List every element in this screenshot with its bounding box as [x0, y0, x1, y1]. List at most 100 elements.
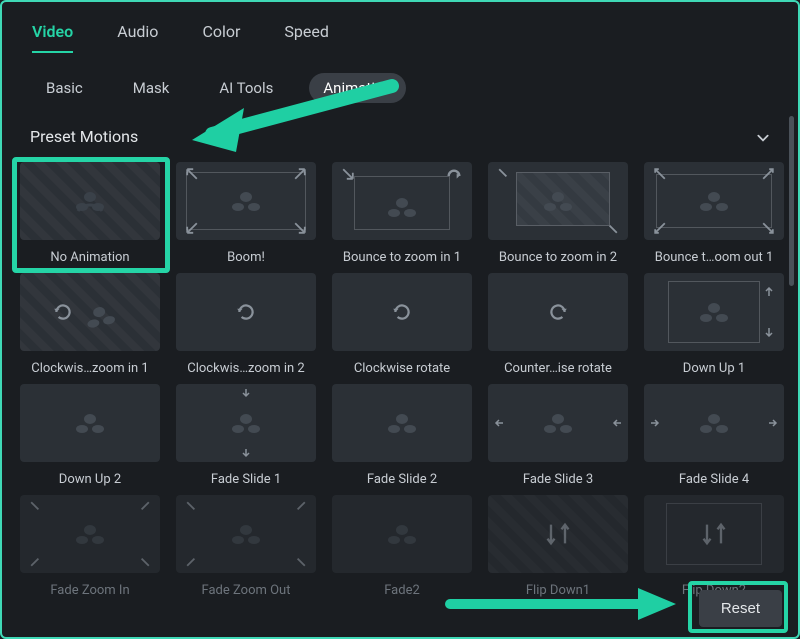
tab-audio[interactable]: Audio [117, 22, 158, 41]
preset-clockwise-zoom-in-1[interactable]: Clockwis…zoom in 1 [16, 273, 164, 376]
scrollbar-thumb[interactable] [789, 116, 794, 286]
preset-label: Fade Zoom Out [202, 583, 291, 598]
preset-flip-down-1[interactable]: Flip Down1 [484, 495, 632, 598]
preset-fade-zoom-out[interactable]: Fade Zoom Out [172, 495, 320, 598]
arrow-left-icon [612, 418, 622, 428]
arrow-out-icon [762, 168, 774, 180]
arrow-in-icon [138, 501, 150, 513]
preset-label: Clockwis…zoom in 2 [187, 361, 304, 376]
rotate-cw-icon [391, 301, 413, 323]
arrow-down-icon [241, 388, 251, 398]
arrow-left-icon [494, 418, 504, 428]
subtab-animation[interactable]: Animation [309, 73, 405, 103]
preset-label: Clockwise rotate [354, 361, 450, 376]
arrow-out-icon [186, 168, 198, 180]
preset-label: Counter…ise rotate [504, 361, 612, 376]
preset-thumb [488, 384, 628, 462]
flower-icon [540, 409, 576, 437]
preset-fade2[interactable]: Fade2 [328, 495, 476, 598]
preset-label: Down Up 2 [59, 472, 121, 487]
preset-counter-rotate[interactable]: Counter…ise rotate [484, 273, 632, 376]
preset-thumb [20, 384, 160, 462]
section-header-preset-motions[interactable]: Preset Motions [2, 117, 798, 156]
arrow-out-icon [294, 555, 306, 567]
flower-icon [384, 409, 420, 437]
preset-down-up-2[interactable]: Down Up 2 [16, 384, 164, 487]
preset-label: Fade Slide 2 [367, 472, 437, 487]
preset-boom[interactable]: Boom! [172, 162, 320, 265]
preset-thumb [644, 495, 784, 573]
preset-bounce-zoom-out-1[interactable]: Bounce t…oom out 1 [640, 162, 788, 265]
arrow-down-icon [241, 448, 251, 458]
flower-icon [72, 520, 108, 548]
footer: Reset [699, 584, 782, 627]
arrow-in-icon [30, 501, 42, 513]
preset-label: Fade Slide 1 [211, 472, 281, 487]
preset-thumb [176, 273, 316, 351]
preset-thumb [644, 384, 784, 462]
preset-label: Down Up 1 [683, 361, 745, 376]
flower-icon [228, 520, 264, 548]
preset-label: Fade Zoom In [50, 583, 129, 598]
subtab-ai-tools[interactable]: AI Tools [205, 73, 287, 103]
preset-thumb [20, 162, 160, 240]
primary-tabs: Video Audio Color Speed [2, 2, 798, 55]
tab-color[interactable]: Color [202, 22, 240, 41]
preset-fade-slide-1[interactable]: Fade Slide 1 [172, 384, 320, 487]
arrow-out-icon [186, 501, 198, 513]
flower-icon [696, 409, 732, 437]
preset-thumb [488, 495, 628, 573]
preset-thumb [20, 273, 160, 351]
preset-bounce-zoom-in-2[interactable]: Bounce to zoom in 2 [484, 162, 632, 265]
rotate-cw-icon [235, 301, 257, 323]
flower-icon [72, 187, 108, 215]
flower-icon [696, 298, 732, 326]
flower-icon [696, 187, 732, 215]
subtab-basic[interactable]: Basic [32, 73, 97, 103]
preset-label: Bounce t…oom out 1 [655, 250, 774, 265]
arrow-out-icon [294, 501, 306, 513]
tab-speed[interactable]: Speed [284, 22, 328, 41]
arrow-out-icon [294, 222, 306, 234]
preset-thumb [644, 273, 784, 351]
preset-fade-slide-3[interactable]: Fade Slide 3 [484, 384, 632, 487]
preset-bounce-zoom-in-1[interactable]: Bounce to zoom in 1 [328, 162, 476, 265]
tab-video[interactable]: Video [32, 22, 73, 41]
preset-label: Bounce to zoom in 2 [499, 250, 617, 265]
arrow-in-icon [606, 222, 618, 234]
reset-button[interactable]: Reset [699, 590, 782, 627]
preset-clockwise-zoom-in-2[interactable]: Clockwis…zoom in 2 [172, 273, 320, 376]
flip-arrows-icon [540, 520, 576, 548]
flower-icon [228, 409, 264, 437]
preset-flip-down-2[interactable]: Flip Down2 [640, 495, 788, 598]
section-title: Preset Motions [30, 127, 138, 146]
arrow-out-icon [654, 168, 666, 180]
preset-no-animation[interactable]: No Animation [16, 162, 164, 265]
preset-thumb [488, 273, 628, 351]
flower-icon [72, 409, 108, 437]
preset-thumb [176, 495, 316, 573]
arrow-right-icon [650, 418, 660, 428]
preset-thumb [20, 495, 160, 573]
subtab-mask[interactable]: Mask [119, 73, 184, 103]
preset-label: No Animation [50, 250, 129, 265]
preset-label: Fade2 [384, 583, 420, 598]
preset-fade-zoom-in[interactable]: Fade Zoom In [16, 495, 164, 598]
preset-fade-slide-4[interactable]: Fade Slide 4 [640, 384, 788, 487]
preset-down-up-1[interactable]: Down Up 1 [640, 273, 788, 376]
preset-thumb [332, 384, 472, 462]
flower-icon [228, 187, 264, 215]
preset-label: Fade Slide 3 [523, 472, 593, 487]
preset-clockwise-rotate[interactable]: Clockwise rotate [328, 273, 476, 376]
preset-thumb [644, 162, 784, 240]
preset-label: Clockwis…zoom in 1 [31, 361, 148, 376]
preset-grid: No Animation Boom! Bounce to zoom in 1 [2, 156, 798, 598]
arrow-right-icon [768, 418, 778, 428]
arrow-curve-icon [446, 168, 462, 184]
arrow-in-icon [30, 555, 42, 567]
preset-thumb [488, 162, 628, 240]
preset-label: Flip Down1 [526, 583, 590, 598]
preset-fade-slide-2[interactable]: Fade Slide 2 [328, 384, 476, 487]
flower-icon [384, 520, 420, 548]
arrow-in-icon [498, 168, 510, 180]
